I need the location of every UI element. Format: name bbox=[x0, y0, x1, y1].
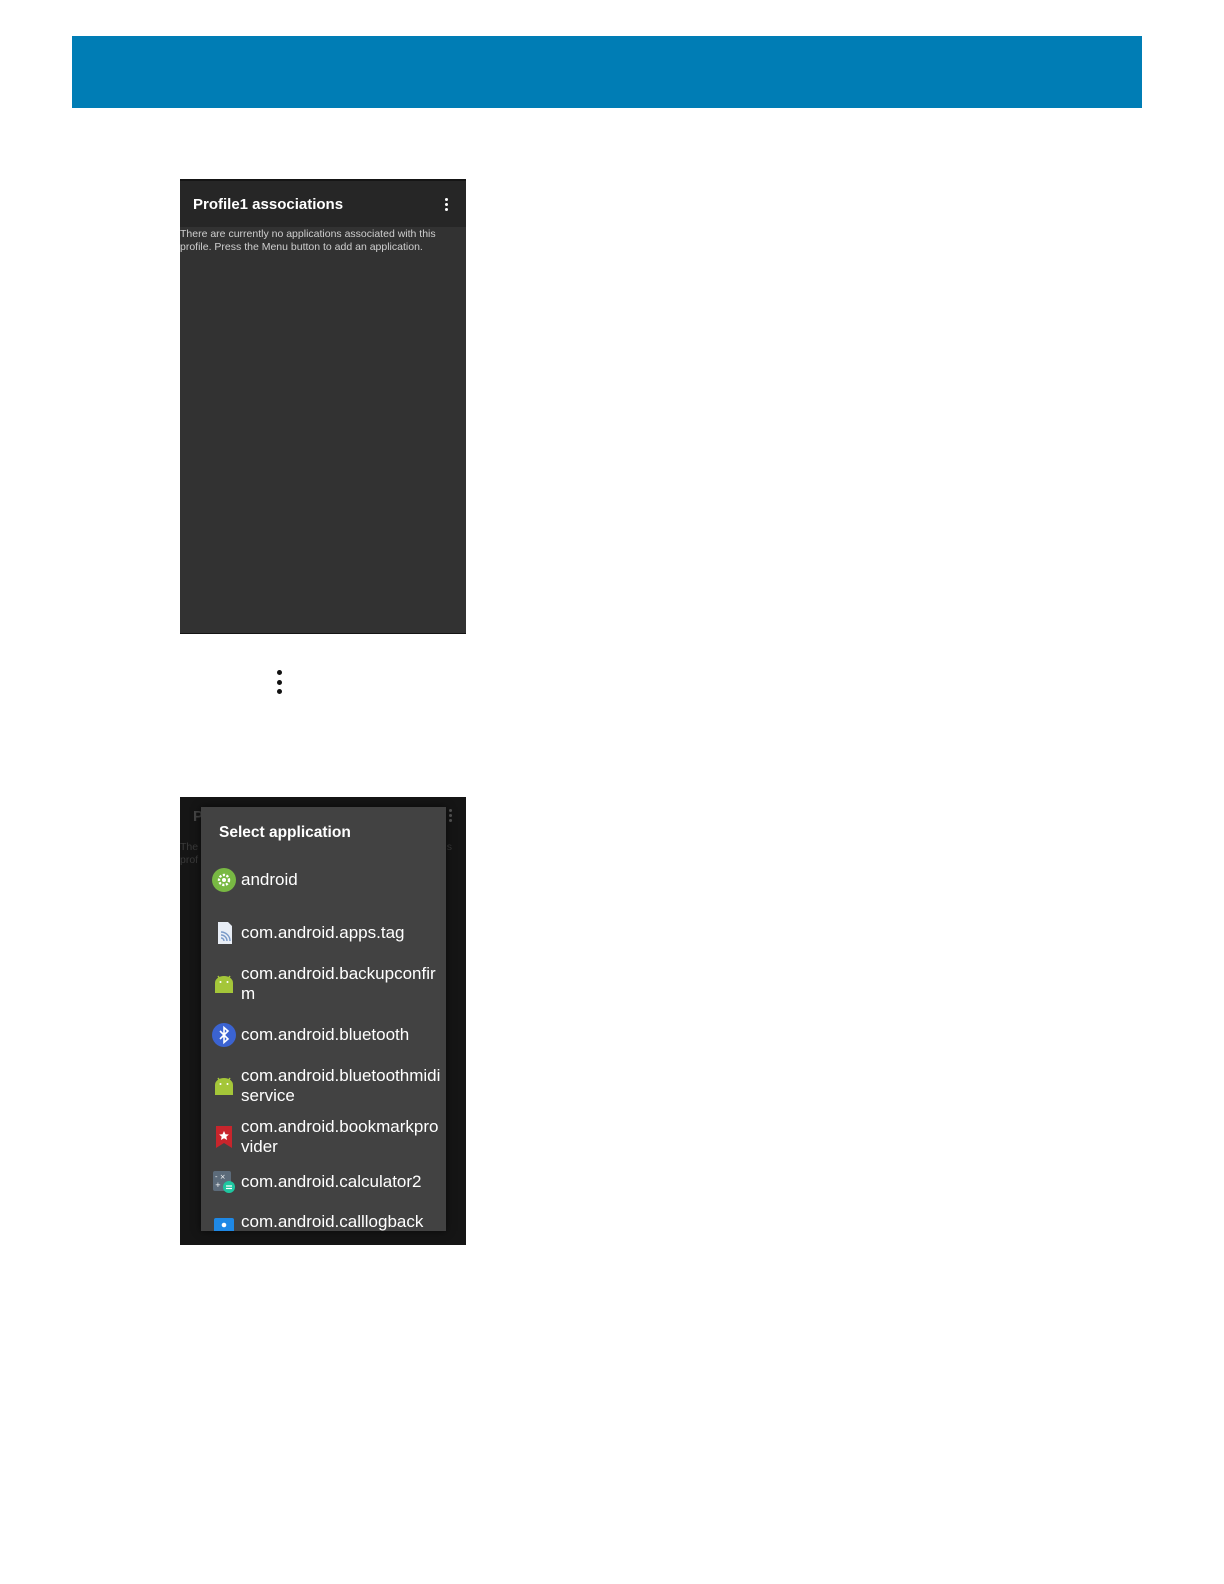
profile-associations-screen: Profile1 associations There are currentl… bbox=[180, 179, 466, 634]
dimmed-message: The prof bbox=[180, 841, 199, 866]
app-item-label: com.android.calllogback bbox=[241, 1212, 424, 1231]
app-item[interactable]: com.android.apps.tag bbox=[201, 907, 446, 959]
app-item[interactable]: com.android.calllogback bbox=[201, 1202, 446, 1231]
app-item-label: com.android.backupconfirm bbox=[241, 964, 436, 1003]
nfc-tag-icon bbox=[211, 920, 237, 946]
page-title: Profile1 associations bbox=[193, 195, 344, 213]
svg-text:- ×: - × bbox=[215, 1173, 226, 1181]
android-robot-icon bbox=[211, 971, 237, 997]
dimmed-overflow-icon bbox=[449, 809, 452, 822]
app-item[interactable]: com.android.bookmarkprovider bbox=[201, 1111, 446, 1162]
app-item-label: com.android.bookmarkprovider bbox=[241, 1116, 439, 1156]
calculator-icon: - × + bbox=[211, 1169, 237, 1195]
bluetooth-icon bbox=[211, 1022, 237, 1048]
overflow-menu-button[interactable] bbox=[438, 195, 454, 213]
overflow-menu-icon bbox=[444, 197, 448, 201]
select-application-dialog: Select application android com.android.ap… bbox=[201, 807, 446, 1231]
app-list: android com.android.apps.tag com.android.b… bbox=[201, 856, 446, 1231]
app-item[interactable]: com.android.bluetooth bbox=[201, 1009, 446, 1061]
app-item-label: com.android.bluetoothmidiservice bbox=[241, 1066, 441, 1105]
android-system-icon bbox=[211, 867, 237, 893]
svg-text:+: + bbox=[215, 1181, 221, 1189]
menu-icon bbox=[272, 670, 286, 694]
app-item-label: com.android.calculator2 bbox=[241, 1172, 422, 1191]
app-item-label: com.android.bluetooth bbox=[241, 1025, 410, 1044]
app-item-label: com.android.apps.tag bbox=[241, 923, 405, 942]
android-robot-icon bbox=[211, 1073, 237, 1099]
dimmed-message-right: s bbox=[446, 841, 452, 853]
app-item[interactable]: android bbox=[201, 856, 446, 904]
document-header-band bbox=[72, 36, 1142, 108]
select-application-screen: P The prof s Select application android c… bbox=[180, 797, 466, 1245]
calllog-icon bbox=[211, 1209, 237, 1231]
app-item[interactable]: com.android.bluetoothmidiservice bbox=[201, 1061, 446, 1111]
app-item[interactable]: com.android.backupconfirm bbox=[201, 959, 446, 1009]
empty-message: There are currently no applications asso… bbox=[180, 228, 436, 253]
bookmark-icon bbox=[211, 1124, 237, 1150]
app-item[interactable]: - × + com.android.calculator2 bbox=[201, 1162, 446, 1202]
dialog-title: Select application bbox=[219, 824, 351, 841]
app-bar: Profile1 associations bbox=[180, 181, 466, 227]
app-item-label: android bbox=[241, 870, 298, 889]
